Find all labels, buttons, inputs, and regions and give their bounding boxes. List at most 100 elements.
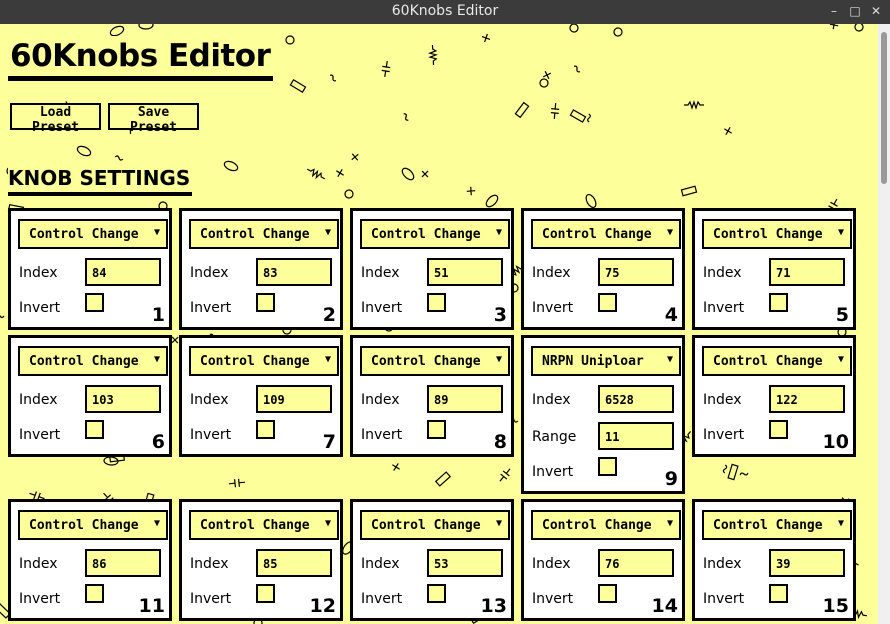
pattern-glyph — [481, 33, 491, 43]
index-label: Index — [190, 556, 229, 572]
knob-panel: Control Change ▼ Index 75 Invert 4 — [521, 208, 685, 330]
pattern-glyph — [680, 185, 698, 197]
index-input[interactable]: 89 — [427, 385, 503, 413]
pattern-glyph — [724, 127, 732, 135]
invert-label: Invert — [703, 300, 745, 316]
dropdown-arrow-icon: ▼ — [495, 354, 502, 365]
message-type-select[interactable]: Control Change ▼ — [360, 510, 510, 540]
message-type-select[interactable]: Control Change ▼ — [702, 510, 852, 540]
message-type-select[interactable]: Control Change ▼ — [18, 510, 168, 540]
index-input[interactable]: 103 — [85, 385, 161, 413]
knob-panel: Control Change ▼ Index 76 Invert 14 — [521, 499, 685, 621]
pattern-glyph — [76, 145, 92, 157]
scrollbar-thumb[interactable] — [881, 32, 887, 184]
invert-checkbox[interactable] — [427, 293, 446, 312]
pattern-glyph — [138, 24, 154, 30]
index-input[interactable]: 122 — [769, 385, 845, 413]
invert-checkbox[interactable] — [427, 420, 446, 439]
message-type-value: Control Change — [713, 354, 823, 369]
invert-checkbox[interactable] — [598, 293, 617, 312]
invert-checkbox[interactable] — [256, 420, 275, 439]
message-type-select[interactable]: NRPN Uniploar ▼ — [531, 346, 681, 376]
pattern-glyph — [539, 78, 549, 88]
index-input[interactable]: 75 — [598, 258, 674, 286]
index-input[interactable]: 76 — [598, 549, 674, 577]
knob-number: 7 — [322, 431, 336, 453]
range-input[interactable]: 11 — [598, 422, 674, 450]
invert-label: Invert — [703, 427, 745, 443]
invert-checkbox[interactable] — [598, 457, 617, 476]
index-input[interactable]: 109 — [256, 385, 332, 413]
pattern-glyph — [306, 168, 326, 180]
dropdown-arrow-icon: ▼ — [837, 518, 844, 529]
index-input[interactable]: 51 — [427, 258, 503, 286]
message-type-select[interactable]: Control Change ▼ — [18, 219, 168, 249]
dropdown-arrow-icon: ▼ — [495, 227, 502, 238]
message-type-select[interactable]: Control Change ▼ — [531, 219, 681, 249]
invert-checkbox[interactable] — [85, 420, 104, 439]
index-input[interactable]: 83 — [256, 258, 332, 286]
invert-checkbox[interactable] — [427, 584, 446, 603]
message-type-select[interactable]: Control Change ▼ — [189, 346, 339, 376]
invert-label: Invert — [19, 591, 61, 607]
message-type-value: Control Change — [713, 227, 823, 242]
pattern-glyph — [421, 170, 429, 178]
load-preset-button[interactable]: Load Preset — [10, 103, 101, 135]
invert-checkbox[interactable] — [85, 293, 104, 312]
message-type-value: Control Change — [200, 227, 310, 242]
pattern-glyph — [351, 153, 359, 161]
knob-number: 6 — [151, 431, 165, 453]
pattern-glyph — [336, 169, 344, 177]
knob-number: 14 — [651, 595, 678, 617]
message-type-value: Control Change — [29, 354, 139, 369]
index-input[interactable]: 6528 — [598, 385, 674, 413]
close-icon[interactable]: ✕ — [869, 4, 883, 18]
message-type-value: Control Change — [542, 518, 652, 533]
index-input[interactable]: 84 — [85, 258, 161, 286]
invert-checkbox[interactable] — [769, 420, 788, 439]
message-type-select[interactable]: Control Change ▼ — [531, 510, 681, 540]
message-type-select[interactable]: Control Change ▼ — [360, 219, 510, 249]
minimize-icon[interactable]: – — [827, 4, 841, 18]
message-type-select[interactable]: Control Change ▼ — [18, 346, 168, 376]
index-label: Index — [19, 265, 58, 281]
message-type-select[interactable]: Control Change ▼ — [702, 219, 852, 249]
invert-checkbox[interactable] — [85, 584, 104, 603]
pattern-glyph — [171, 336, 179, 344]
knob-number: 12 — [309, 595, 336, 617]
save-preset-button[interactable]: Save Preset — [108, 103, 199, 135]
pattern-glyph — [0, 315, 5, 319]
dropdown-arrow-icon: ▼ — [666, 518, 673, 529]
index-input[interactable]: 85 — [256, 549, 332, 577]
knob-panel: Control Change ▼ Index 86 Invert 11 — [8, 499, 172, 621]
message-type-select[interactable]: Control Change ▼ — [360, 346, 510, 376]
message-type-value: Control Change — [200, 518, 310, 533]
invert-label: Invert — [19, 427, 61, 443]
invert-checkbox[interactable] — [769, 293, 788, 312]
index-input[interactable]: 86 — [85, 549, 161, 577]
index-input[interactable]: 53 — [427, 549, 503, 577]
invert-checkbox[interactable] — [598, 584, 617, 603]
pattern-glyph — [401, 167, 415, 181]
pattern-glyph — [485, 194, 499, 208]
dropdown-arrow-icon: ▼ — [153, 227, 160, 238]
vertical-scrollbar[interactable] — [878, 24, 890, 624]
pattern-glyph — [684, 100, 704, 110]
knob-panel: NRPN Uniploar ▼ Index 6528 Range 11 Invert 9 — [521, 335, 685, 494]
index-label: Index — [361, 392, 400, 408]
index-input[interactable]: 39 — [769, 549, 845, 577]
invert-checkbox[interactable] — [256, 293, 275, 312]
invert-checkbox[interactable] — [256, 584, 275, 603]
knob-panel: Control Change ▼ Index 53 Invert 13 — [350, 499, 514, 621]
index-input[interactable]: 71 — [769, 258, 845, 286]
message-type-select[interactable]: Control Change ▼ — [189, 510, 339, 540]
message-type-select[interactable]: Control Change ▼ — [189, 219, 339, 249]
pattern-glyph — [223, 160, 239, 172]
invert-checkbox[interactable] — [769, 584, 788, 603]
index-label: Index — [532, 392, 571, 408]
knob-panel: Control Change ▼ Index 103 Invert 6 — [8, 335, 172, 457]
message-type-value: Control Change — [371, 227, 481, 242]
message-type-select[interactable]: Control Change ▼ — [702, 346, 852, 376]
maximize-icon[interactable]: □ — [848, 4, 862, 18]
index-label: Index — [703, 556, 742, 572]
